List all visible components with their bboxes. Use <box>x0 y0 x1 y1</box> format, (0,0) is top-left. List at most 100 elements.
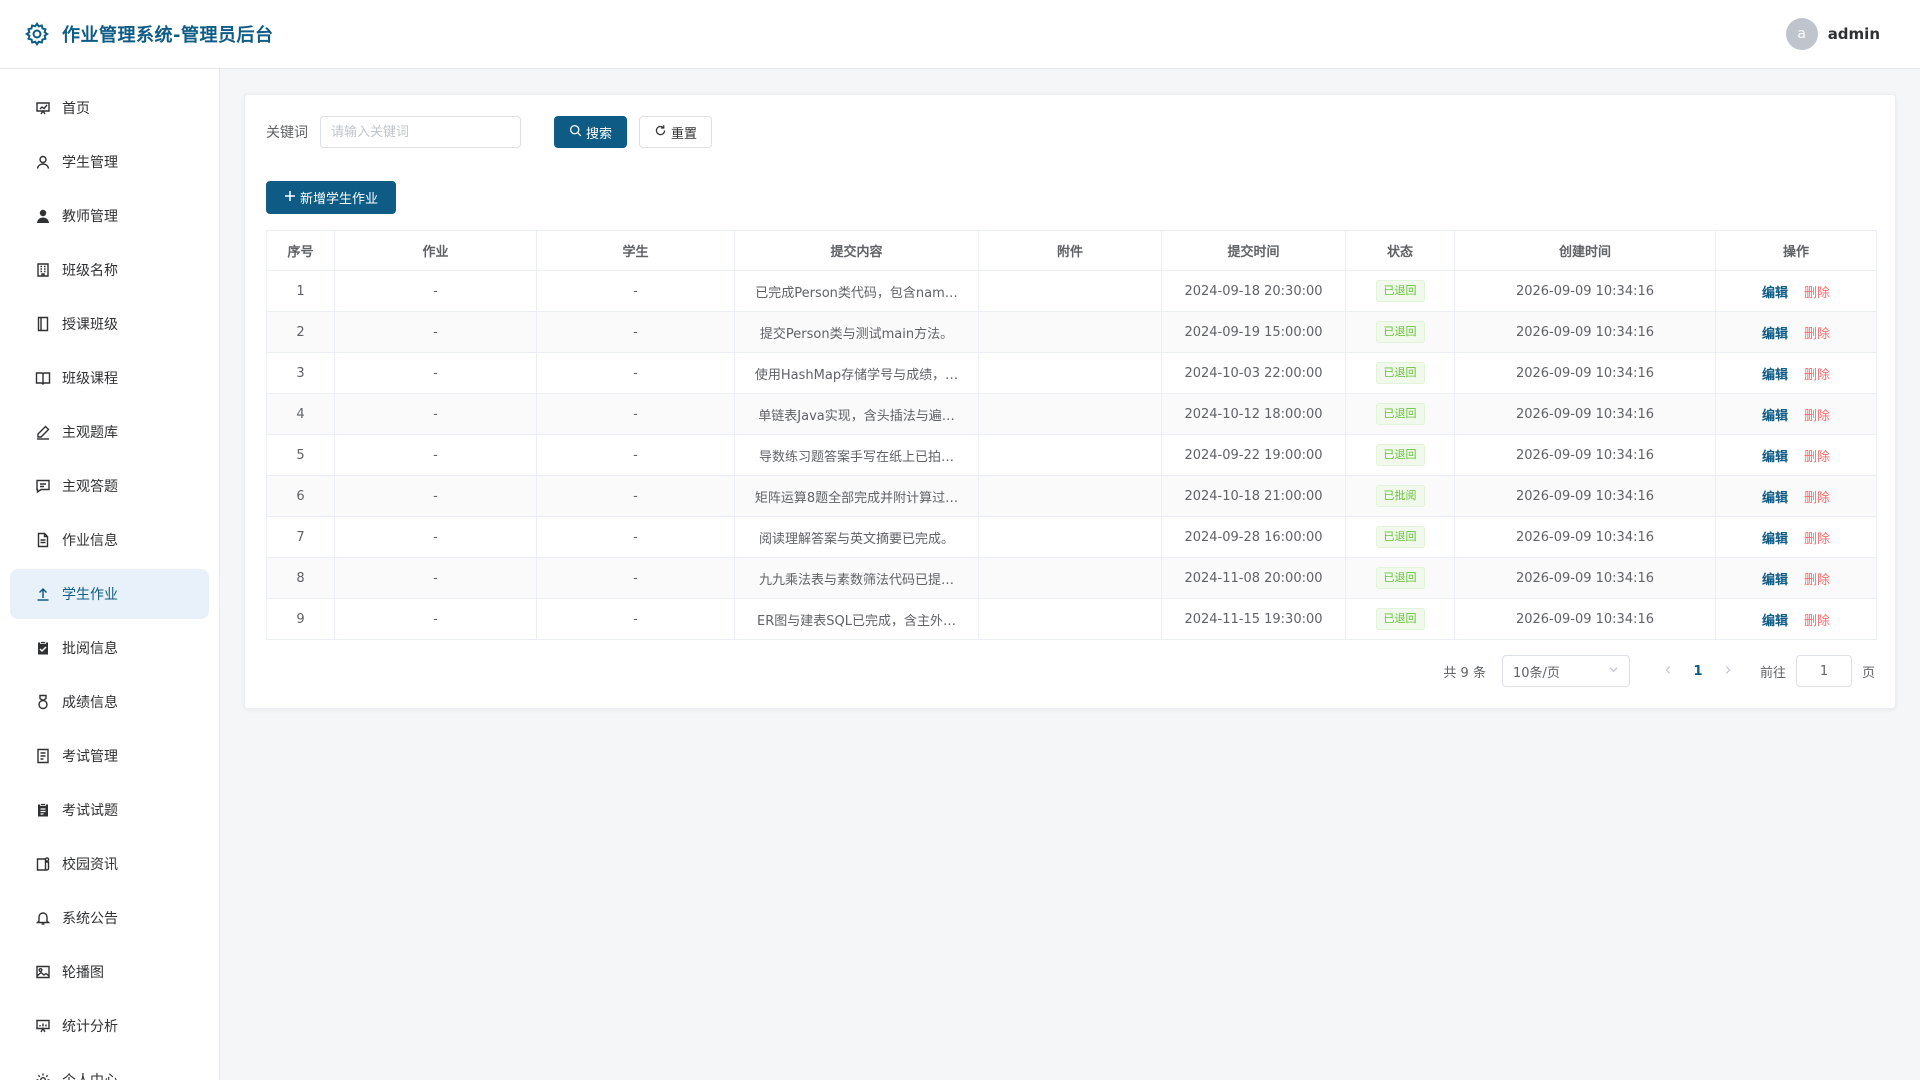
user-outline-icon <box>34 153 52 171</box>
delete-link[interactable]: 删除 <box>1804 532 1830 547</box>
delete-link[interactable]: 删除 <box>1804 286 1830 301</box>
sidebar-item[interactable]: 首页 <box>10 83 209 133</box>
cell-attachment <box>978 516 1162 558</box>
column-header: 序号 <box>266 230 335 271</box>
cell-attachment <box>978 475 1162 517</box>
prev-page-button[interactable] <box>1654 657 1682 685</box>
sidebar-item-label: 批阅信息 <box>62 641 118 657</box>
sidebar-item-label: 主观题库 <box>62 425 118 441</box>
sidebar-item[interactable]: 学生管理 <box>10 137 209 187</box>
sidebar-item[interactable]: 教师管理 <box>10 191 209 241</box>
cell-index: 5 <box>266 434 335 476</box>
cell-created: 2026-09-09 10:34:16 <box>1454 311 1716 353</box>
search-button-label: 搜索 <box>586 126 613 142</box>
sidebar-item[interactable]: 统计分析 <box>10 1001 209 1051</box>
edit-link[interactable]: 编辑 <box>1762 491 1788 506</box>
keyword-input[interactable] <box>320 116 521 148</box>
edit-link[interactable]: 编辑 <box>1762 532 1788 547</box>
cell-actions: 编辑 删除 <box>1715 598 1877 640</box>
page-size-value: 10条/页 <box>1512 665 1560 681</box>
sidebar-item[interactable]: 班级名称 <box>10 245 209 295</box>
sidebar-item-label: 首页 <box>62 101 90 117</box>
column-header: 状态 <box>1345 230 1455 271</box>
user-menu[interactable]: a admin <box>1785 18 1880 50</box>
sidebar-item[interactable]: 主观答题 <box>10 461 209 511</box>
cell-status: 已退回 <box>1345 598 1455 640</box>
edit-link[interactable]: 编辑 <box>1762 450 1788 465</box>
edit-link[interactable]: 编辑 <box>1762 614 1788 629</box>
sidebar-item[interactable]: 学生作业 <box>10 569 209 619</box>
total-count: 共 9 条 <box>1443 665 1486 681</box>
edit-link[interactable]: 编辑 <box>1762 286 1788 301</box>
cell-attachment <box>978 393 1162 435</box>
search-button[interactable]: 搜索 <box>554 116 628 148</box>
sidebar-item[interactable]: 作业信息 <box>10 515 209 565</box>
brand: 作业管理系统-管理员后台 <box>24 21 273 47</box>
delete-link[interactable]: 删除 <box>1804 409 1830 424</box>
cell-index: 6 <box>266 475 335 517</box>
sidebar-item[interactable]: 授课班级 <box>10 299 209 349</box>
sidebar-item[interactable]: 主观题库 <box>10 407 209 457</box>
message-icon <box>34 477 52 495</box>
table-body: 1- - 已完成Person类代码，包含nam… 2024-09-18 20:30:0… <box>266 270 1877 640</box>
table-row: 7- - 阅读理解答案与英文摘要已完成。 2024-09-28 16:00:00 已退回… <box>266 516 1877 558</box>
sidebar-item[interactable]: 校园资讯 <box>10 839 209 889</box>
cell-submit-time: 2024-09-18 20:30:00 <box>1161 270 1346 312</box>
next-page-button[interactable] <box>1714 657 1742 685</box>
cell-actions: 编辑 删除 <box>1715 557 1877 599</box>
cell-submit-time: 2024-09-19 15:00:00 <box>1161 311 1346 353</box>
reset-button-label: 重置 <box>671 126 698 142</box>
picture-icon <box>34 963 52 981</box>
cell-attachment <box>978 598 1162 640</box>
sidebar-item[interactable]: 成绩信息 <box>10 677 209 727</box>
delete-link[interactable]: 删除 <box>1804 368 1830 383</box>
delete-link[interactable]: 删除 <box>1804 573 1830 588</box>
cell-index: 4 <box>266 393 335 435</box>
edit-link[interactable]: 编辑 <box>1762 409 1788 424</box>
sidebar-item[interactable]: 个人中心 <box>10 1055 209 1080</box>
status-badge: 已退回 <box>1375 567 1425 589</box>
sidebar-item[interactable]: 系统公告 <box>10 893 209 943</box>
page-size-select[interactable]: 10条/页 <box>1501 655 1630 687</box>
edit-link[interactable]: 编辑 <box>1762 368 1788 383</box>
sidebar-item[interactable]: 考试试题 <box>10 785 209 835</box>
sidebar-item-label: 授课班级 <box>62 317 118 333</box>
cell-homework: - <box>334 434 537 476</box>
status-badge: 已退回 <box>1375 403 1425 425</box>
cell-student: - <box>536 475 735 517</box>
cell-actions: 编辑 删除 <box>1715 516 1877 558</box>
sidebar-item-label: 系统公告 <box>62 911 118 927</box>
pagination: 共 9 条 10条/页 1 前往 页 <box>1443 655 1875 687</box>
status-badge: 已批阅 <box>1375 485 1425 507</box>
table-row: 5- - 导数练习题答案手写在纸上已拍… 2024-09-22 19:00:00 已退回… <box>266 434 1877 476</box>
goto-label: 前往 <box>1759 665 1786 681</box>
username[interactable]: admin <box>1828 25 1880 43</box>
avatar[interactable]: a <box>1785 18 1818 50</box>
sidebar-item[interactable]: 轮播图 <box>10 947 209 997</box>
sidebar-item-label: 学生作业 <box>62 587 118 603</box>
cell-student: - <box>536 393 735 435</box>
column-header: 附件 <box>978 230 1162 271</box>
edit-link[interactable]: 编辑 <box>1762 327 1788 342</box>
column-header: 提交内容 <box>734 230 979 271</box>
news-icon <box>34 855 52 873</box>
delete-link[interactable]: 删除 <box>1804 614 1830 629</box>
cell-index: 2 <box>266 311 335 353</box>
page-number[interactable]: 1 <box>1682 664 1714 679</box>
cell-actions: 编辑 删除 <box>1715 393 1877 435</box>
delete-link[interactable]: 删除 <box>1804 450 1830 465</box>
cell-index: 7 <box>266 516 335 558</box>
goto-page-input[interactable] <box>1795 655 1852 687</box>
add-homework-button[interactable]: 新增学生作业 <box>266 181 397 214</box>
delete-link[interactable]: 删除 <box>1804 327 1830 342</box>
reset-button[interactable]: 重置 <box>639 116 713 148</box>
edit-link[interactable]: 编辑 <box>1762 573 1788 588</box>
table-header: 序号 作业 学生 提交内容 附件 提交时间 状态 创建时间 操作 <box>266 230 1877 271</box>
sidebar-item[interactable]: 班级课程 <box>10 353 209 403</box>
cell-created: 2026-09-09 10:34:16 <box>1454 475 1716 517</box>
delete-link[interactable]: 删除 <box>1804 491 1830 506</box>
sidebar-item[interactable]: 考试管理 <box>10 731 209 781</box>
sidebar-item-label: 班级名称 <box>62 263 118 279</box>
sidebar-item-label: 考试管理 <box>62 749 118 765</box>
sidebar-item[interactable]: 批阅信息 <box>10 623 209 673</box>
